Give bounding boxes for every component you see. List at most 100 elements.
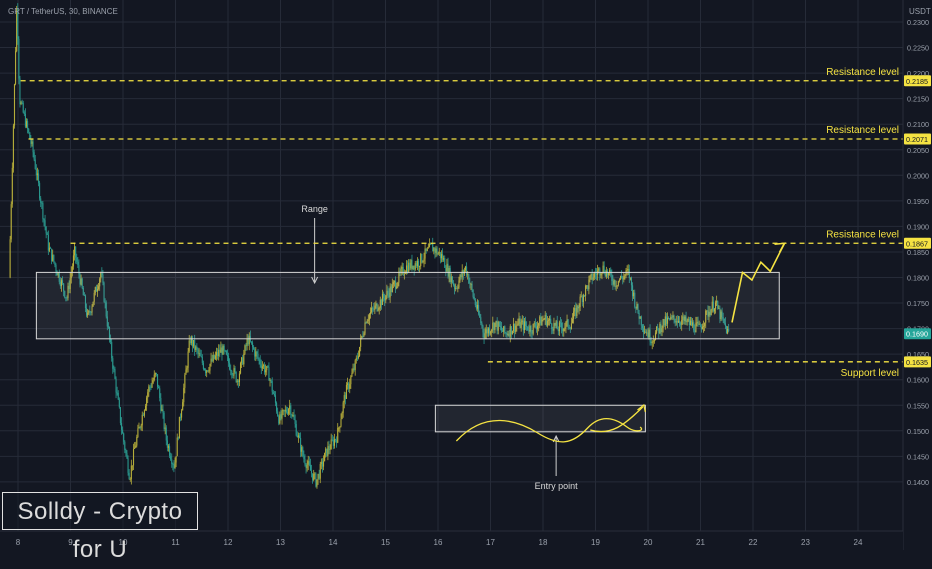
candle-body bbox=[148, 386, 150, 393]
range-label: Range bbox=[301, 204, 328, 214]
candle bbox=[278, 414, 280, 426]
candle-body bbox=[205, 369, 207, 373]
candle-body bbox=[39, 182, 41, 199]
candle-body bbox=[18, 38, 20, 79]
candle-body bbox=[41, 202, 43, 204]
author-watermark: Solldy - Crypto for U bbox=[2, 492, 198, 563]
candle-body bbox=[421, 253, 423, 263]
candle-body bbox=[598, 268, 600, 271]
range-box[interactable] bbox=[35, 271, 780, 340]
candle bbox=[223, 344, 225, 355]
candle bbox=[18, 36, 20, 85]
candle bbox=[149, 385, 151, 392]
candle bbox=[113, 365, 115, 373]
candle-body bbox=[243, 353, 245, 365]
candle bbox=[269, 378, 271, 387]
candle-body bbox=[52, 254, 54, 261]
candle-body bbox=[130, 465, 132, 480]
candle bbox=[28, 127, 30, 134]
candle-body bbox=[218, 349, 220, 357]
candle-body bbox=[283, 410, 285, 412]
candle bbox=[35, 164, 37, 181]
candle bbox=[211, 354, 213, 363]
candle bbox=[272, 389, 274, 395]
candle-body bbox=[162, 409, 164, 413]
candle bbox=[162, 404, 164, 419]
candle-body bbox=[276, 402, 278, 412]
candle-body bbox=[439, 252, 441, 259]
candle bbox=[27, 118, 29, 134]
candle-body bbox=[185, 369, 187, 375]
candle-body bbox=[181, 410, 183, 418]
candle bbox=[251, 340, 254, 353]
candle-body bbox=[151, 382, 153, 388]
candle-body bbox=[76, 257, 78, 262]
candle-body bbox=[432, 243, 434, 252]
candle bbox=[15, 47, 17, 86]
candle bbox=[51, 248, 53, 265]
candle-body bbox=[340, 419, 342, 427]
candle bbox=[169, 443, 171, 459]
candle bbox=[336, 436, 338, 448]
candle bbox=[130, 459, 132, 485]
candle bbox=[239, 361, 242, 375]
candle-body bbox=[51, 248, 53, 261]
candle bbox=[313, 469, 315, 482]
candle-body bbox=[349, 384, 351, 389]
candle bbox=[220, 341, 222, 353]
candle-body bbox=[188, 340, 190, 352]
candle-body bbox=[42, 203, 44, 219]
level-price-tag: 0.2185 bbox=[906, 77, 928, 86]
price-chart[interactable]: Range Entry point Resistance level Resista… bbox=[0, 0, 932, 550]
candle bbox=[439, 252, 441, 264]
candle bbox=[173, 460, 175, 473]
candle-body bbox=[423, 258, 425, 262]
candle bbox=[179, 413, 182, 422]
candle bbox=[208, 366, 210, 374]
candle bbox=[300, 432, 302, 458]
candle bbox=[21, 99, 23, 105]
time-axis-tick: 24 bbox=[854, 538, 863, 547]
candle-body bbox=[44, 220, 46, 227]
candle-body bbox=[352, 368, 354, 373]
price-axis[interactable]: 0.14000.14500.15000.15500.16000.16500.17… bbox=[902, 0, 932, 550]
candle bbox=[319, 461, 321, 484]
candle bbox=[76, 253, 78, 265]
candle-body bbox=[272, 391, 274, 394]
candle-body bbox=[120, 423, 123, 430]
candle-body bbox=[329, 449, 331, 450]
candle-body bbox=[12, 125, 14, 168]
time-axis[interactable]: 89101112131415161718192021222324 bbox=[0, 530, 903, 550]
candle bbox=[171, 453, 173, 468]
candle bbox=[438, 247, 440, 257]
candle bbox=[241, 356, 243, 368]
candle-body bbox=[54, 261, 56, 266]
candle-body bbox=[303, 455, 305, 459]
candle bbox=[166, 435, 168, 452]
candle bbox=[317, 473, 319, 485]
candle bbox=[257, 349, 259, 361]
candle bbox=[420, 252, 422, 270]
candle bbox=[328, 440, 330, 455]
time-axis-background bbox=[0, 531, 903, 550]
candle bbox=[310, 464, 313, 478]
candle-body bbox=[187, 351, 189, 368]
candle bbox=[185, 365, 187, 375]
candle-body bbox=[169, 446, 171, 456]
entry-point-box[interactable] bbox=[434, 404, 646, 433]
candle bbox=[341, 411, 343, 420]
candle bbox=[203, 367, 206, 371]
candle bbox=[425, 248, 427, 254]
candle bbox=[254, 347, 256, 361]
entry-point-label: Entry point bbox=[535, 481, 579, 491]
candle-body bbox=[55, 265, 57, 272]
candle-body bbox=[300, 437, 302, 452]
price-axis-tick: 0.2300 bbox=[907, 18, 929, 27]
candle bbox=[264, 362, 266, 375]
candle-body bbox=[170, 455, 172, 460]
candle bbox=[217, 348, 219, 360]
candle bbox=[316, 479, 318, 489]
candle-body bbox=[186, 367, 188, 370]
candle-body bbox=[270, 379, 272, 382]
candle-body bbox=[245, 345, 247, 347]
